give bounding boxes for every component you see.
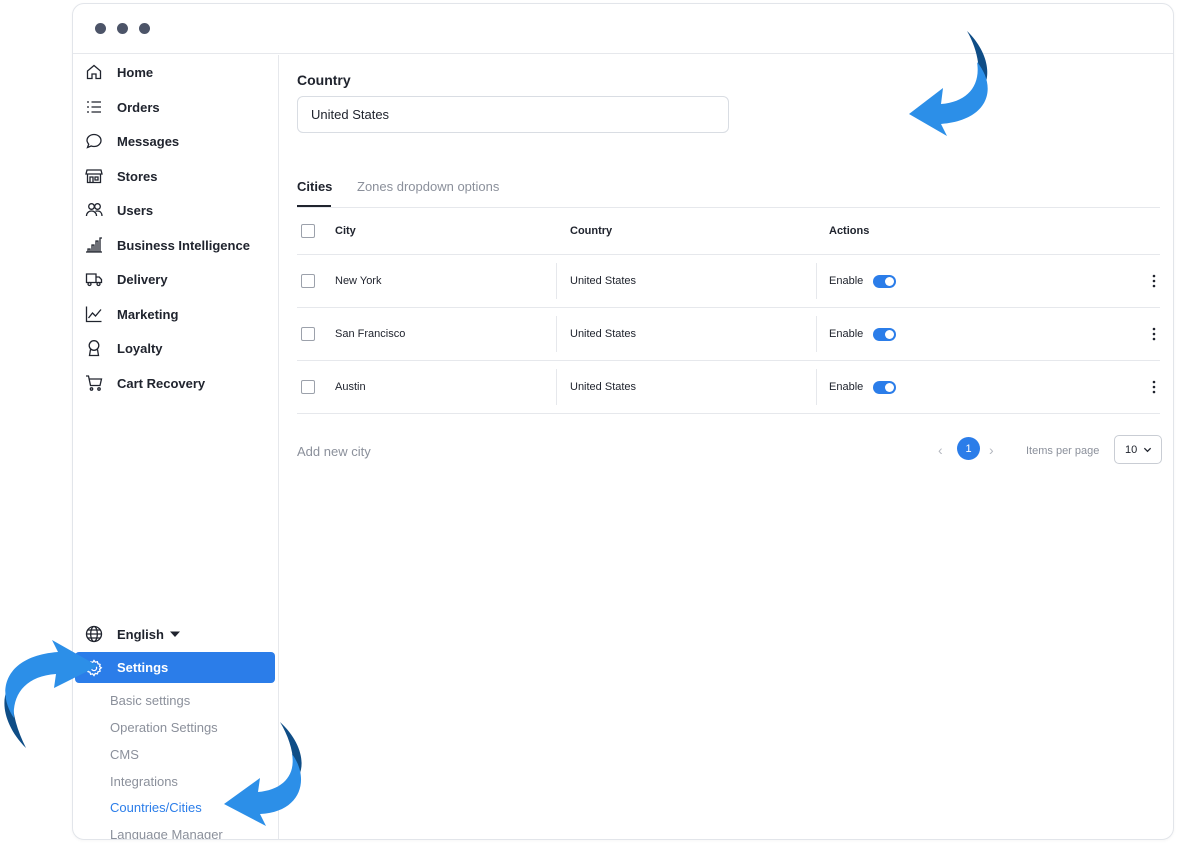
- sidebar-item-settings[interactable]: Settings: [75, 652, 275, 683]
- caret-down-icon: [169, 631, 180, 637]
- sidebar-item-label: Users: [117, 202, 154, 218]
- country-label: Country: [297, 72, 351, 88]
- title-bar: [73, 4, 1173, 54]
- settings-sub-basic-settings[interactable]: Basic settings: [110, 693, 190, 708]
- sidebar-item-label: Loyalty: [117, 340, 163, 356]
- line-chart-icon: [85, 306, 102, 323]
- select-all-checkbox[interactable]: [301, 224, 315, 238]
- sidebar-item-delivery[interactable]: Delivery: [85, 266, 168, 292]
- country-cell: United States: [570, 275, 637, 287]
- column-divider: [556, 263, 557, 299]
- column-divider: [556, 369, 557, 405]
- country-cell: United States: [570, 328, 637, 340]
- chevron-down-icon: [1144, 447, 1152, 453]
- sidebar-item-business-intelligence[interactable]: Business Intelligence: [85, 232, 250, 258]
- window-close-dot[interactable]: [95, 23, 106, 34]
- city-cell: Austin: [335, 381, 366, 393]
- app-window: Home Orders Messages Stores Users Busine…: [72, 3, 1174, 840]
- more-vertical-icon[interactable]: [1152, 327, 1156, 341]
- country-cell: United States: [570, 381, 637, 393]
- settings-sub-countries-cities[interactable]: Countries/Cities: [110, 800, 202, 815]
- settings-sub-operation-settings[interactable]: Operation Settings: [110, 720, 218, 735]
- sidebar-item-home[interactable]: Home: [85, 59, 153, 85]
- sidebar-item-label: Stores: [117, 168, 158, 184]
- store-icon: [85, 169, 103, 184]
- award-icon: [88, 340, 100, 357]
- cart-icon: [86, 375, 103, 391]
- sidebar-item-label: Marketing: [117, 306, 179, 322]
- city-cell: San Francisco: [335, 328, 406, 340]
- active-tab-indicator: [297, 205, 331, 207]
- table-header: City Country Actions: [297, 208, 1160, 255]
- sidebar: Home Orders Messages Stores Users Busine…: [73, 55, 279, 839]
- pagination-current-page[interactable]: 1: [957, 437, 980, 460]
- sidebar-item-label: Orders: [117, 99, 160, 115]
- table-row: New York United States Enable: [297, 255, 1160, 308]
- enable-toggle[interactable]: [873, 381, 896, 394]
- chat-bubble-icon: [86, 133, 102, 149]
- sidebar-item-label: Business Intelligence: [117, 237, 250, 253]
- column-header-country: Country: [570, 225, 613, 237]
- chevron-right-icon[interactable]: ›: [989, 442, 994, 458]
- chevron-left-icon[interactable]: ‹: [938, 442, 943, 458]
- settings-sub-cms[interactable]: CMS: [110, 747, 139, 762]
- table-row: Austin United States Enable: [297, 361, 1160, 414]
- sidebar-item-label: Messages: [117, 133, 180, 149]
- sidebar-item-label: Cart Recovery: [117, 375, 206, 391]
- main-content: Country United States Cities Zones dropd…: [280, 55, 1173, 839]
- orders-list-icon: [87, 101, 101, 113]
- country-select[interactable]: United States: [297, 96, 729, 133]
- items-per-page-value: 10: [1125, 443, 1138, 456]
- globe-icon: [85, 625, 103, 643]
- language-label: English: [117, 626, 164, 642]
- cities-table: City Country Actions New York United Sta…: [297, 208, 1160, 414]
- sidebar-item-loyalty[interactable]: Loyalty: [85, 335, 163, 361]
- row-checkbox[interactable]: [301, 274, 315, 288]
- window-minimize-dot[interactable]: [117, 23, 128, 34]
- language-selector[interactable]: English: [85, 621, 180, 647]
- column-header-actions: Actions: [829, 225, 870, 237]
- tab-bar: Cities Zones dropdown options: [297, 176, 1160, 208]
- tab-cities[interactable]: Cities: [297, 179, 332, 194]
- row-checkbox[interactable]: [301, 327, 315, 341]
- bar-chart-icon: [86, 237, 102, 253]
- city-cell: New York: [335, 275, 382, 287]
- items-per-page-select[interactable]: 10: [1114, 435, 1162, 464]
- sidebar-item-messages[interactable]: Messages: [85, 128, 179, 154]
- table-row: San Francisco United States Enable: [297, 308, 1160, 361]
- column-divider: [556, 316, 557, 352]
- sidebar-item-orders[interactable]: Orders: [85, 94, 160, 120]
- enable-toggle[interactable]: [873, 328, 896, 341]
- add-new-city-button[interactable]: Add new city: [297, 444, 371, 459]
- settings-label: Settings: [117, 660, 169, 675]
- home-icon: [86, 64, 102, 80]
- column-divider: [816, 263, 817, 299]
- sidebar-item-stores[interactable]: Stores: [85, 163, 157, 189]
- sidebar-item-label: Delivery: [117, 271, 168, 287]
- settings-sub-integrations[interactable]: Integrations: [110, 774, 178, 789]
- enable-label: Enable: [829, 275, 864, 287]
- settings-sub-language-manager[interactable]: Language Manager: [110, 827, 223, 839]
- window-maximize-dot[interactable]: [139, 23, 150, 34]
- sidebar-item-label: Home: [117, 64, 154, 80]
- sidebar-item-users[interactable]: Users: [85, 197, 153, 223]
- tab-zones-dropdown-options[interactable]: Zones dropdown options: [357, 179, 499, 194]
- sidebar-item-cart-recovery[interactable]: Cart Recovery: [85, 370, 205, 396]
- enable-toggle[interactable]: [873, 275, 896, 288]
- enable-label: Enable: [829, 328, 864, 340]
- column-divider: [816, 316, 817, 352]
- column-divider: [816, 369, 817, 405]
- items-per-page-label: Items per page: [1026, 445, 1100, 457]
- more-vertical-icon[interactable]: [1152, 274, 1156, 288]
- enable-label: Enable: [829, 381, 864, 393]
- column-header-city: City: [335, 225, 356, 237]
- users-icon: [85, 203, 103, 217]
- truck-icon: [85, 273, 103, 287]
- more-vertical-icon[interactable]: [1152, 380, 1156, 394]
- gear-icon: [85, 658, 103, 677]
- sidebar-item-marketing[interactable]: Marketing: [85, 301, 178, 327]
- row-checkbox[interactable]: [301, 380, 315, 394]
